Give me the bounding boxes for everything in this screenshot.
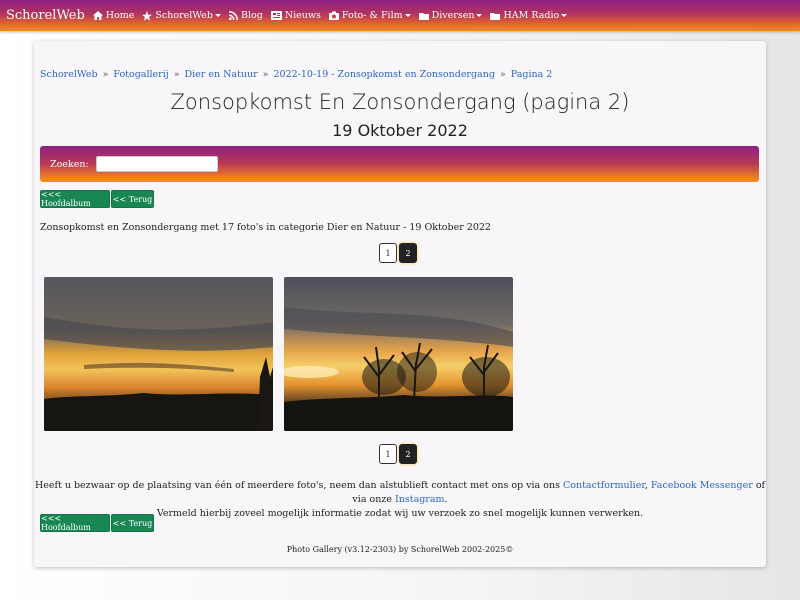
breadcrumb-dier-en-natuur[interactable]: Dier en Natuur <box>185 69 258 80</box>
page-subtitle: 19 Oktober 2022 <box>332 121 468 140</box>
page-link-2[interactable]: 2 <box>399 444 417 464</box>
newspaper-icon <box>270 11 282 20</box>
breadcrumb-current-page[interactable]: Pagina 2 <box>511 69 553 80</box>
contact-form-link[interactable]: Contactformulier <box>563 480 645 491</box>
home-icon <box>92 11 103 20</box>
nav-foto-film[interactable]: Foto- & Film <box>328 10 411 21</box>
gallery-card: SchorelWeb » Fotogallerij » Dier en Natuur » 2… <box>34 41 766 567</box>
breadcrumb-fotogallerij[interactable]: Fotogallerij <box>113 69 168 80</box>
chevron-down-icon <box>476 14 483 17</box>
folder-icon <box>418 12 429 20</box>
top-navbar: SchorelWeb Home SchorelWeb Blog Nieuws F… <box>0 0 800 31</box>
nav-diversen[interactable]: Diversen <box>418 10 483 21</box>
nav-home-label: Home <box>105 10 135 21</box>
notice-text-prefix: Heeft u bezwaar op de plaatsing van één … <box>34 480 563 491</box>
breadcrumb-separator: » <box>102 69 109 80</box>
chevron-down-icon <box>214 14 221 17</box>
nav-diversen-label: Diversen <box>431 10 475 21</box>
chevron-down-icon <box>404 14 411 17</box>
main-album-button-bottom[interactable]: <<< Hoofdalbum <box>40 514 110 532</box>
search-bar: Zoeken: <box>40 146 759 182</box>
album-description: Zonsopkomst en Zonsondergang met 17 foto… <box>40 222 491 233</box>
instagram-link[interactable]: Instagram <box>395 494 445 505</box>
nav-ham-radio-label: HAM Radio <box>503 10 560 21</box>
pagination-bottom: 1 2 <box>379 444 417 464</box>
nav-nieuws-label: Nieuws <box>284 10 321 21</box>
main-album-button[interactable]: <<< Hoofdalbum <box>40 190 110 208</box>
nav-nieuws[interactable]: Nieuws <box>270 10 321 21</box>
nav-blog[interactable]: Blog <box>228 10 263 21</box>
sunset-cloudy-sky-image <box>44 277 273 431</box>
camera-icon <box>328 11 339 20</box>
chevron-down-icon <box>561 14 568 17</box>
sunset-tree-silhouettes-image <box>284 277 513 431</box>
photo-thumbnail-2[interactable] <box>284 277 513 431</box>
breadcrumb-separator: » <box>499 69 506 80</box>
nav-ham-radio[interactable]: HAM Radio <box>490 10 568 21</box>
breadcrumb-schorelweb[interactable]: SchorelWeb <box>40 69 98 80</box>
photo-thumbnail-1[interactable] <box>44 277 273 431</box>
nav-schorelweb-label: SchorelWeb <box>155 10 213 21</box>
page-link-1[interactable]: 1 <box>379 243 397 263</box>
breadcrumb: SchorelWeb » Fotogallerij » Dier en Natuur » 2… <box>40 69 552 80</box>
page-title: Zonsopkomst En Zonsondergang (pagina 2) <box>170 90 630 114</box>
breadcrumb-album[interactable]: 2022-10-19 - Zonsopkomst en Zonsondergan… <box>273 69 494 80</box>
search-label: Zoeken: <box>50 158 89 170</box>
notice-end: . <box>444 494 448 505</box>
back-button[interactable]: << Terug <box>111 190 154 208</box>
breadcrumb-separator: » <box>262 69 269 80</box>
pagination-top: 1 2 <box>379 243 417 263</box>
star-icon <box>142 10 153 21</box>
nav-blog-label: Blog <box>240 10 263 21</box>
footer-credits: Photo Gallery (v3.12-2303) by SchorelWeb… <box>286 545 514 554</box>
nav-home[interactable]: Home <box>92 10 135 21</box>
folder-icon <box>490 12 501 20</box>
brand-link[interactable]: SchorelWeb <box>0 8 85 23</box>
breadcrumb-separator: » <box>173 69 180 80</box>
page-link-2[interactable]: 2 <box>399 243 417 263</box>
rss-icon <box>228 11 238 20</box>
page-link-1[interactable]: 1 <box>379 444 397 464</box>
search-input[interactable] <box>95 156 218 172</box>
nav-schorelweb[interactable]: SchorelWeb <box>142 10 221 21</box>
back-button-bottom[interactable]: << Terug <box>111 514 154 532</box>
notice-line-1: Heeft u bezwaar op de plaatsing van één … <box>34 479 766 507</box>
facebook-messenger-link[interactable]: Facebook Messenger <box>651 480 753 491</box>
nav-foto-film-label: Foto- & Film <box>341 10 403 21</box>
